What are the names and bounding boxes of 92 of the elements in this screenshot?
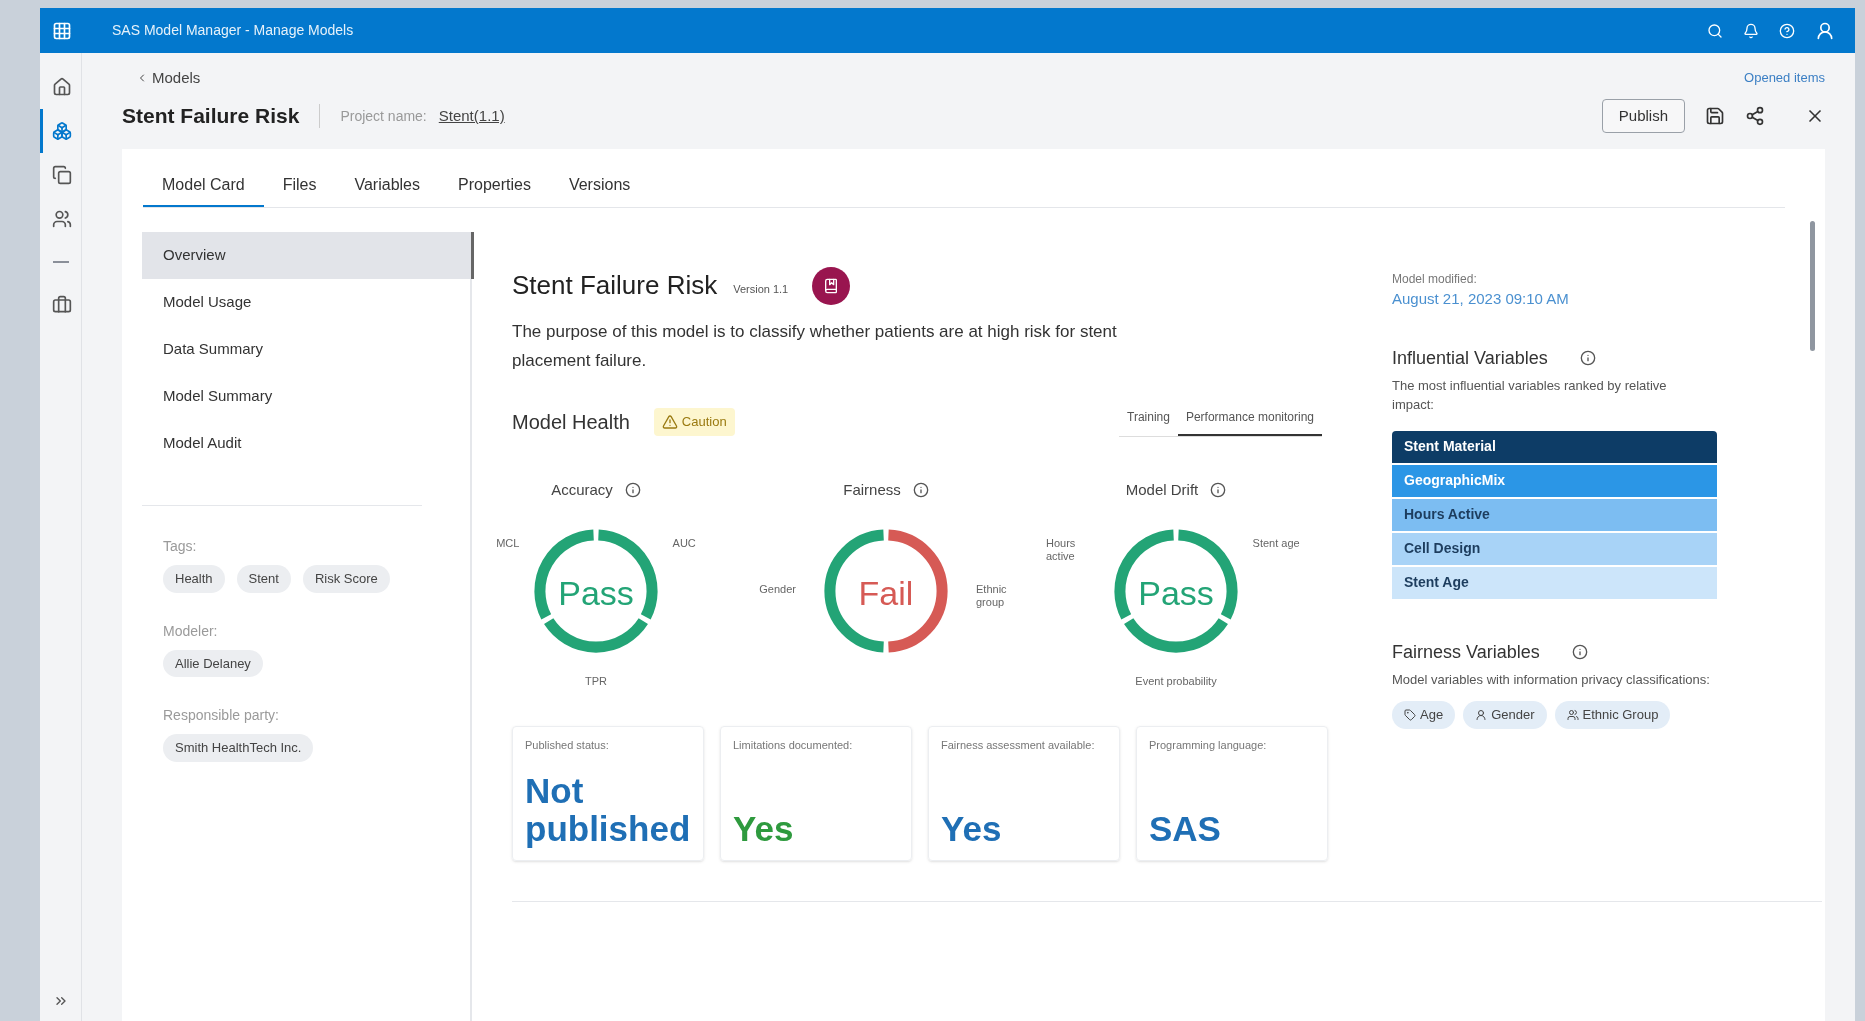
copy-icon (52, 165, 72, 185)
sidebar-item[interactable]: Data Summary (142, 326, 474, 373)
stat-value: Not published (525, 771, 691, 848)
gauge-result: Pass (557, 572, 635, 614)
section-description: Model variables with information privacy classifications: (1392, 670, 1711, 689)
rail-divider (52, 261, 69, 263)
model-description: The purpose of this model is to classify whether patients are at high risk for stent placement failure. (512, 321, 1118, 372)
models-icon (52, 121, 72, 141)
segment-label: Event probability (1135, 674, 1217, 689)
view-toggle[interactable]: Training (1119, 407, 1178, 436)
project-label: Project name: (340, 106, 427, 126)
info-icon[interactable] (624, 482, 641, 499)
page-title: Stent Failure Risk (122, 103, 300, 130)
app-title: SAS Model Manager - Manage Models (112, 21, 354, 40)
tab[interactable]: Variables (335, 173, 439, 207)
briefcase-icon (52, 295, 72, 315)
tab[interactable]: Versions (549, 173, 650, 207)
info-icon[interactable] (1579, 350, 1596, 366)
gauge-title: Fairness (843, 480, 901, 500)
help-icon[interactable] (1779, 22, 1795, 39)
view-toggle[interactable]: Performance monitoring (1177, 407, 1322, 436)
stat-label: Published status: (525, 738, 610, 753)
sidebar-item[interactable]: Model Summary (142, 373, 474, 420)
sidebar-item[interactable]: Model Usage (142, 279, 474, 326)
variable-bar: Stent Age (1392, 566, 1717, 599)
version-label: Version 1.1 (733, 282, 789, 298)
field-label: Tags: (163, 537, 198, 556)
tab[interactable]: Files (263, 173, 336, 207)
section-title: Influential Variables (1392, 346, 1548, 370)
apps-menu-icon[interactable] (52, 20, 72, 41)
user-icon[interactable] (1815, 20, 1835, 41)
search-icon[interactable] (1707, 22, 1723, 39)
chip: Stent (236, 565, 291, 593)
gauge-result: Pass (1137, 572, 1215, 614)
warning-icon (661, 414, 678, 430)
tag-icon (1404, 708, 1416, 721)
tab[interactable]: Model Card (143, 173, 264, 207)
sidebar-item[interactable]: Overview (142, 232, 474, 279)
gauge-title: Accuracy (551, 480, 613, 500)
scrollbar-thumb[interactable] (1810, 221, 1815, 351)
gauge-result: Fail (857, 572, 915, 614)
variable-bar: Cell Design (1392, 532, 1717, 565)
chip: Health (163, 565, 225, 593)
segment-label: Stent age (1252, 536, 1300, 551)
save-icon[interactable] (1705, 106, 1725, 126)
publish-button[interactable]: Publish (1601, 99, 1685, 133)
chip: Risk Score (302, 565, 390, 593)
variable-bar: Hours Active (1392, 498, 1717, 531)
people-icon (52, 209, 72, 229)
segment-label: TPR (585, 674, 607, 689)
chip: Allie Delaney (163, 649, 263, 677)
segment-label: MCL (496, 536, 520, 551)
segment-label: Ethnic group (976, 582, 1008, 610)
stat-value: Yes (941, 809, 1003, 848)
home-icon (52, 77, 72, 97)
field-label: Modeler: (163, 621, 219, 641)
opened-items-link[interactable]: Opened items (1744, 68, 1825, 88)
variable-chip: Ethnic Group (1554, 701, 1671, 729)
share-icon[interactable] (1745, 106, 1765, 126)
variable-bar: GeographicMix (1392, 464, 1717, 497)
section-description: The most influential variables ranked by relative impact: (1392, 376, 1668, 414)
variable-bar: Stent Material (1392, 430, 1717, 463)
model-badge-icon (812, 266, 851, 305)
modified-date: August 21, 2023 09:10 AM (1392, 289, 1570, 309)
stat-label: Limitations documented: (733, 738, 854, 753)
section-title: Fairness Variables (1392, 640, 1540, 664)
people-icon (1566, 708, 1579, 721)
info-icon[interactable] (1571, 644, 1588, 660)
notification-icon[interactable] (1743, 22, 1759, 39)
project-link[interactable]: Stent(1.1) (438, 104, 505, 128)
field-label: Model modified: (1392, 271, 1478, 288)
segment-label: Hours active (1046, 536, 1077, 564)
person-icon (1475, 708, 1488, 721)
section-title: Model Health (512, 410, 630, 435)
back-link[interactable]: Models (136, 66, 201, 90)
model-title: Stent Failure Risk (512, 269, 718, 302)
field-label: Responsible party: (163, 706, 280, 725)
segment-label: Gender (759, 582, 796, 597)
segment-label: AUC (672, 536, 696, 551)
tab[interactable]: Properties (439, 173, 550, 207)
gauge-title: Model Drift (1125, 480, 1199, 500)
chip: Smith HealthTech Inc. (163, 734, 314, 762)
stat-value: Yes (733, 809, 795, 848)
variable-chip: Gender (1463, 701, 1547, 729)
variable-chip: Age (1392, 701, 1456, 729)
info-icon[interactable] (1210, 482, 1227, 499)
caution-badge: Caution (653, 408, 735, 436)
sidebar-item[interactable]: Model Audit (142, 420, 474, 467)
stat-label: Fairness assessment available: (941, 738, 1096, 753)
info-icon[interactable] (912, 482, 929, 499)
stat-value: SAS (1149, 809, 1222, 848)
stat-label: Programming language: (1149, 738, 1268, 753)
